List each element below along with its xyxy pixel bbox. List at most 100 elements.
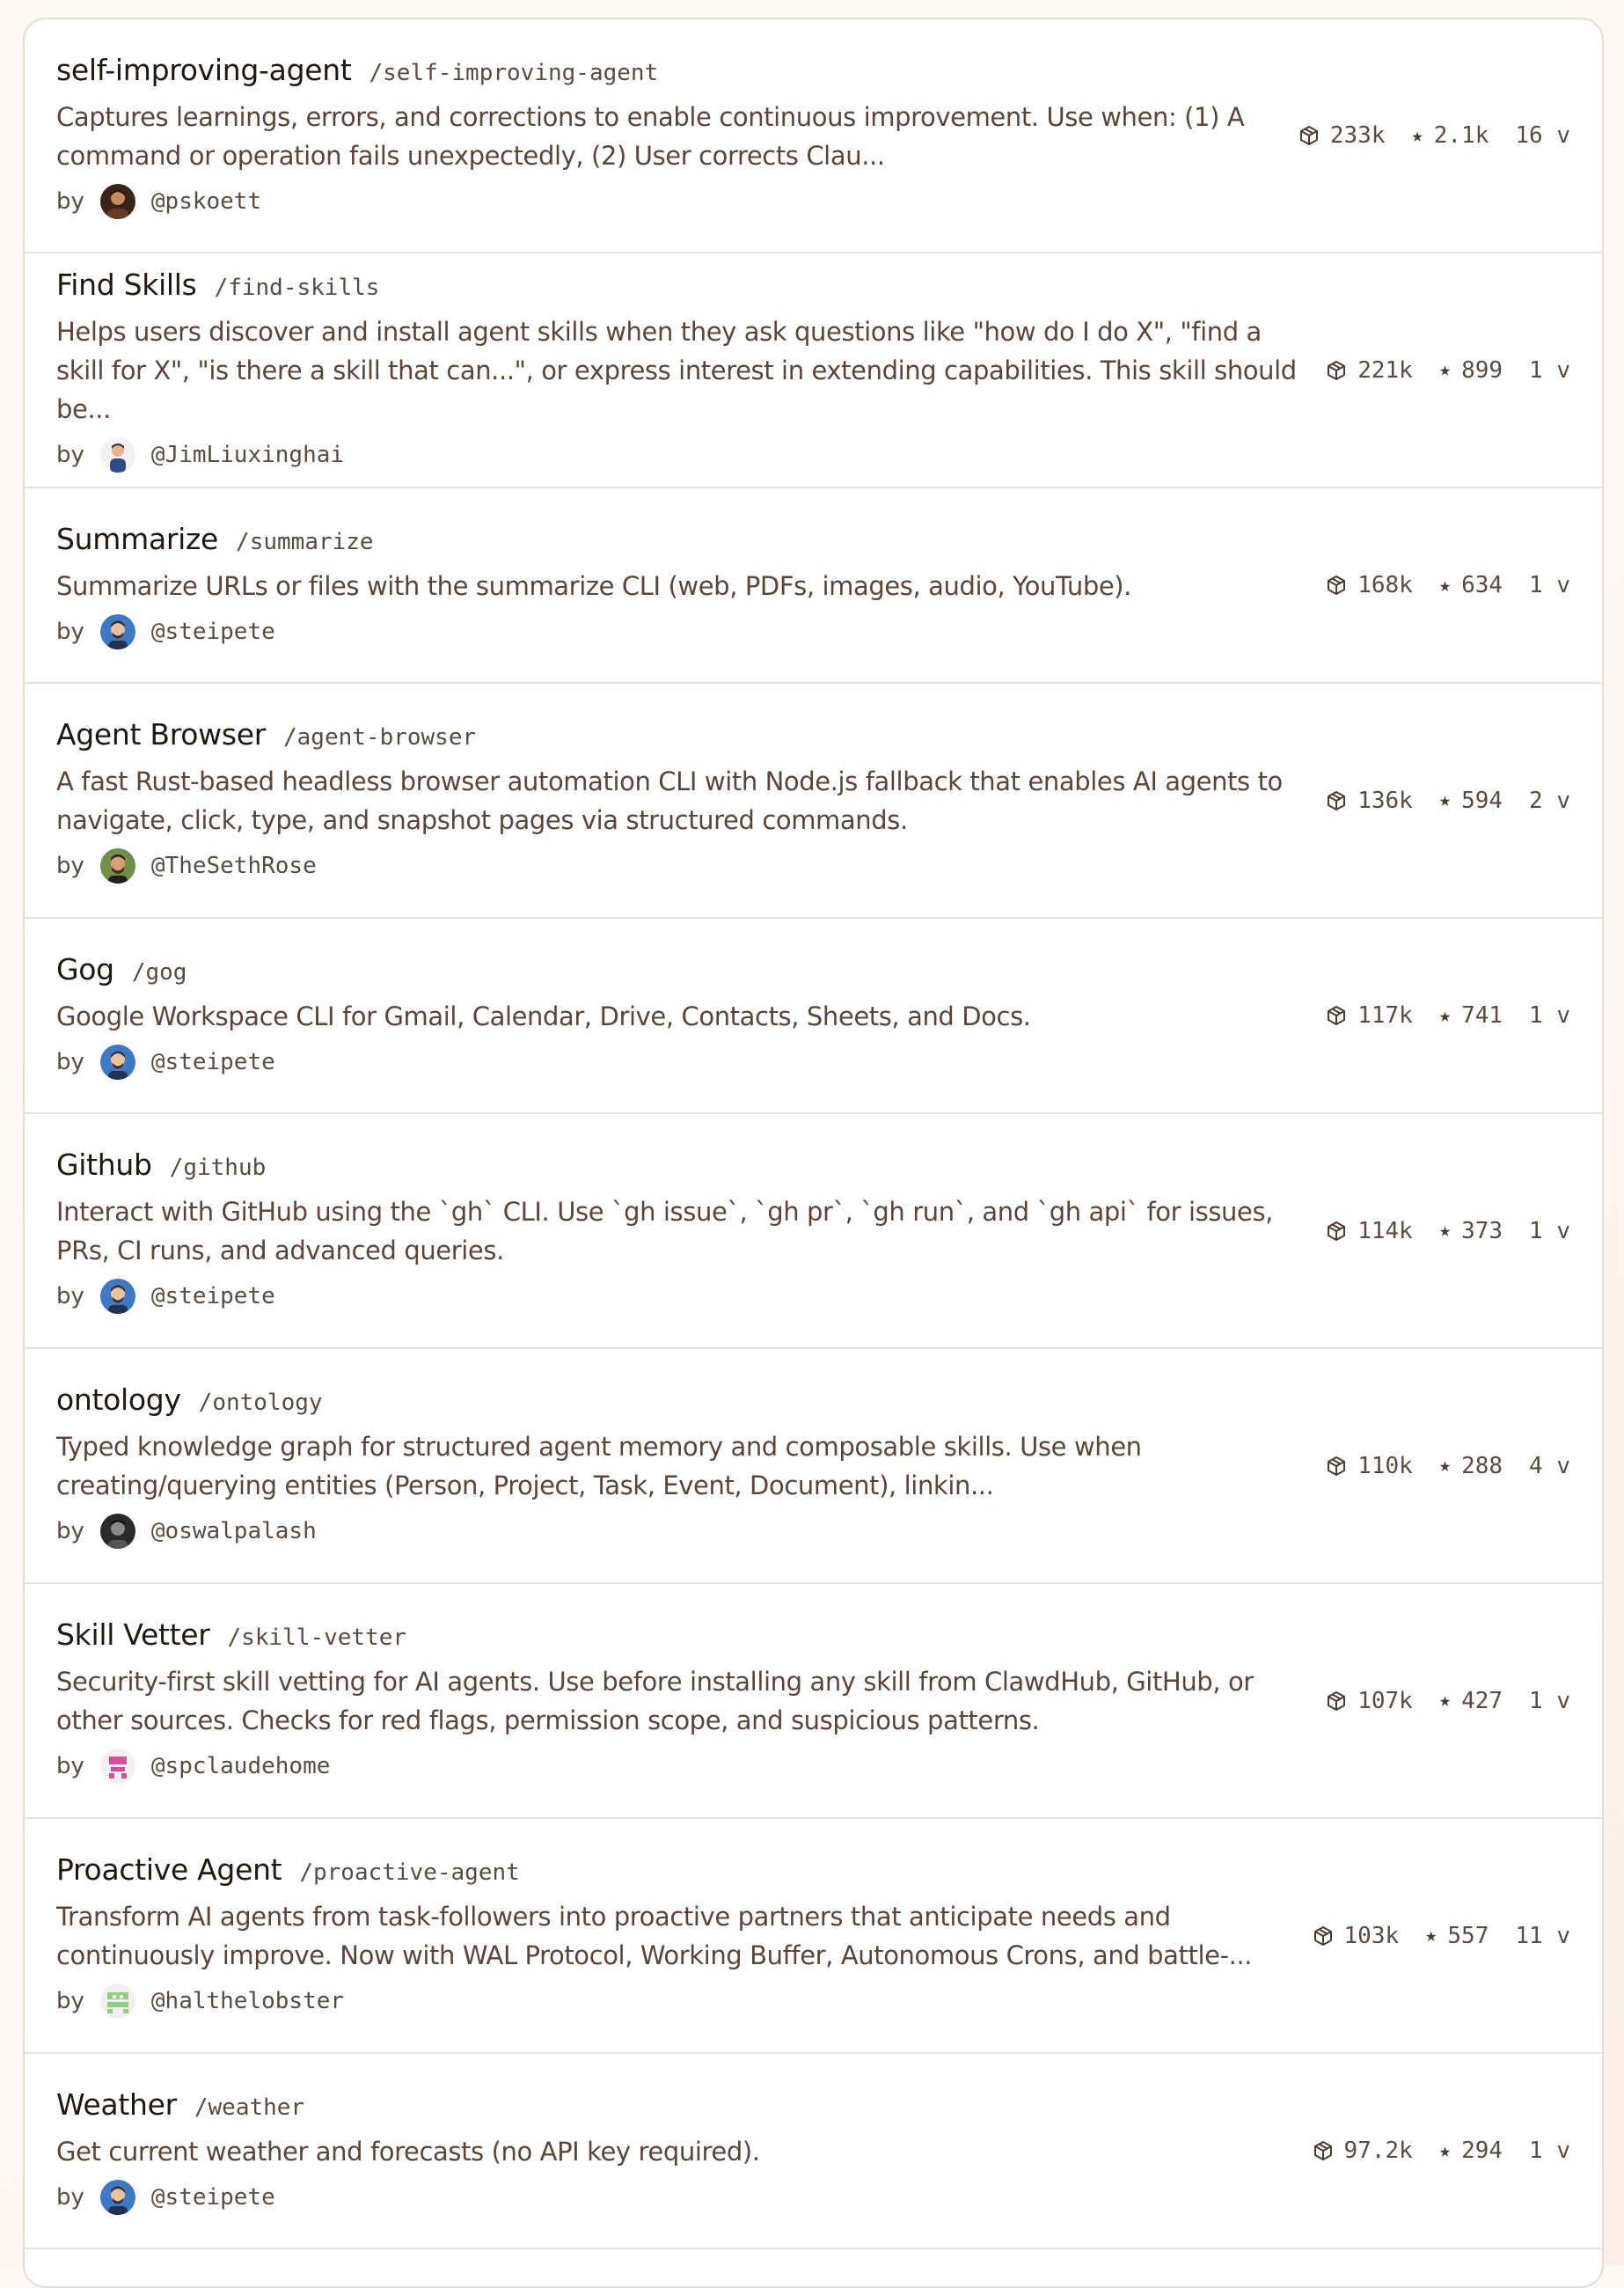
author-line: by @steipete bbox=[56, 1279, 1305, 1314]
skill-row[interactable]: Github /github Interact with GitHub usin… bbox=[25, 1114, 1602, 1349]
skill-stats: 117k ★ 741 1 v bbox=[1326, 1002, 1570, 1029]
skill-row[interactable]: Gog /gog Google Workspace CLI for Gmail,… bbox=[25, 919, 1602, 1114]
skill-name[interactable]: self-improving-agent bbox=[56, 53, 352, 87]
stars-stat: ★ 288 bbox=[1439, 1453, 1503, 1479]
skill-name[interactable]: Summarize bbox=[56, 522, 218, 556]
skill-name[interactable]: ontology bbox=[56, 1382, 181, 1417]
author-handle[interactable]: @steipete bbox=[151, 2184, 275, 2211]
downloads-count: 136k bbox=[1357, 787, 1413, 814]
versions-count: 1 v bbox=[1529, 1687, 1570, 1714]
skill-name[interactable]: Gog bbox=[56, 952, 114, 986]
stars-stat: ★ 634 bbox=[1439, 572, 1503, 598]
author-handle[interactable]: @steipete bbox=[151, 1283, 275, 1309]
skill-stats: 136k ★ 594 2 v bbox=[1326, 788, 1570, 814]
user-avatar-icon[interactable] bbox=[99, 613, 135, 649]
skill-name[interactable]: Find Skills bbox=[56, 268, 197, 302]
author-handle[interactable]: @JimLiuxinghai bbox=[151, 442, 344, 468]
skill-name[interactable]: Proactive Agent bbox=[56, 1852, 282, 1887]
skill-description: Transform AI agents from task-followers … bbox=[56, 1902, 1253, 1970]
star-icon: ★ bbox=[1411, 124, 1423, 147]
skill-row[interactable]: self-improving-agent /self-improving-age… bbox=[25, 19, 1602, 253]
skill-slug: /self-improving-agent bbox=[369, 59, 659, 86]
skill-row[interactable]: Weather /weather Get current weather and… bbox=[25, 2054, 1602, 2249]
author-line: by @pskoett bbox=[56, 183, 1277, 219]
package-icon bbox=[1298, 125, 1320, 146]
author-line: by @halthelobster bbox=[56, 1984, 1291, 2019]
versions-stat: 4 v bbox=[1529, 1453, 1570, 1479]
skill-stats: 107k ★ 427 1 v bbox=[1326, 1688, 1570, 1714]
skill-name[interactable]: Weather bbox=[56, 2087, 177, 2122]
downloads-count: 221k bbox=[1357, 356, 1413, 384]
user-avatar-icon[interactable] bbox=[99, 2179, 135, 2215]
stars-count: 557 bbox=[1447, 1922, 1489, 1949]
user-avatar-icon[interactable] bbox=[99, 437, 135, 473]
author-handle[interactable]: @steipete bbox=[151, 1049, 275, 1075]
skill-description: Summarize URLs or files with the summari… bbox=[56, 570, 1131, 601]
versions-stat: 1 v bbox=[1529, 2138, 1570, 2164]
skill-title-line: Summarize /summarize bbox=[56, 522, 1305, 556]
skill-row[interactable]: Find Skills /find-skills Helps users dis… bbox=[25, 253, 1602, 488]
user-avatar-icon[interactable] bbox=[99, 1044, 135, 1080]
star-icon: ★ bbox=[1438, 2139, 1452, 2162]
skill-description: Get current weather and forecasts (no AP… bbox=[56, 2136, 760, 2167]
versions-count: 1 v bbox=[1529, 572, 1570, 598]
star-icon: ★ bbox=[1438, 1220, 1452, 1242]
downloads-stat: 97.2k bbox=[1313, 2138, 1413, 2164]
skill-name[interactable]: Skill Vetter bbox=[56, 1617, 210, 1652]
skill-info: Summarize /summarize Summarize URLs or f… bbox=[56, 522, 1326, 649]
skill-stats: 233k ★ 2.1k 16 v bbox=[1298, 122, 1570, 149]
downloads-count: 117k bbox=[1357, 1002, 1413, 1029]
skill-slug: /proactive-agent bbox=[299, 1859, 520, 1886]
user-avatar-icon[interactable] bbox=[99, 1514, 135, 1549]
stars-count: 634 bbox=[1461, 572, 1503, 598]
skill-stats: 97.2k ★ 294 1 v bbox=[1313, 2138, 1570, 2164]
identicon-avatar-icon[interactable] bbox=[99, 1984, 135, 2019]
versions-count: 1 v bbox=[1529, 1217, 1570, 1244]
package-icon bbox=[1326, 575, 1347, 596]
downloads-stat: 233k bbox=[1298, 122, 1386, 149]
author-handle[interactable]: @TheSethRose bbox=[151, 853, 317, 879]
stars-count: 288 bbox=[1461, 1452, 1503, 1479]
skill-name[interactable]: Github bbox=[56, 1148, 152, 1182]
skill-title-line: Find Skills /find-skills bbox=[56, 268, 1305, 302]
skill-title-line: Proactive Agent /proactive-agent bbox=[56, 1852, 1291, 1887]
skill-title-line: Skill Vetter /skill-vetter bbox=[56, 1617, 1305, 1652]
by-label: by bbox=[56, 442, 84, 468]
user-avatar-icon[interactable] bbox=[99, 848, 135, 884]
skill-row[interactable]: Proactive Agent /proactive-agent Transfo… bbox=[25, 1819, 1602, 2054]
skill-slug: /skill-vetter bbox=[227, 1624, 407, 1651]
skill-name[interactable]: Agent Browser bbox=[56, 717, 266, 752]
stars-count: 427 bbox=[1461, 1687, 1503, 1714]
skill-title-line: self-improving-agent /self-improving-age… bbox=[56, 53, 1277, 87]
star-icon: ★ bbox=[1438, 1690, 1452, 1712]
user-avatar-icon[interactable] bbox=[99, 183, 135, 219]
skill-row[interactable]: ontology /ontology Typed knowledge graph… bbox=[25, 1349, 1602, 1584]
author-handle[interactable]: @pskoett bbox=[151, 188, 261, 215]
stars-stat: ★ 899 bbox=[1439, 357, 1503, 384]
skill-slug: /agent-browser bbox=[283, 724, 477, 751]
author-handle[interactable]: @halthelobster bbox=[151, 1988, 344, 2014]
author-handle[interactable]: @oswalpalash bbox=[151, 1518, 317, 1544]
downloads-stat: 114k bbox=[1326, 1218, 1413, 1244]
package-icon bbox=[1313, 1925, 1334, 1947]
skill-row[interactable]: Skill Vetter /skill-vetter Security-firs… bbox=[25, 1584, 1602, 1819]
skill-row[interactable]: Summarize /summarize Summarize URLs or f… bbox=[25, 488, 1602, 684]
downloads-stat: 103k bbox=[1313, 1923, 1399, 1949]
user-avatar-icon[interactable] bbox=[99, 1279, 135, 1314]
by-label: by bbox=[56, 618, 84, 645]
downloads-count: 233k bbox=[1329, 122, 1386, 149]
stars-count: 294 bbox=[1461, 2138, 1503, 2164]
skill-row[interactable]: Agent Browser /agent-browser A fast Rust… bbox=[25, 684, 1602, 919]
author-handle[interactable]: @spclaudehome bbox=[151, 1753, 331, 1779]
skill-slug: /summarize bbox=[236, 528, 374, 555]
identicon-avatar-icon[interactable] bbox=[99, 1749, 135, 1784]
author-handle[interactable]: @steipete bbox=[151, 619, 275, 645]
by-label: by bbox=[56, 1988, 84, 2014]
skill-stats: 110k ★ 288 4 v bbox=[1326, 1453, 1570, 1479]
stars-count: 594 bbox=[1461, 787, 1503, 814]
package-icon bbox=[1313, 2140, 1334, 2161]
star-icon: ★ bbox=[1438, 359, 1452, 381]
stars-count: 899 bbox=[1461, 356, 1503, 384]
versions-count: 4 v bbox=[1529, 1452, 1570, 1479]
downloads-count: 107k bbox=[1357, 1687, 1413, 1714]
